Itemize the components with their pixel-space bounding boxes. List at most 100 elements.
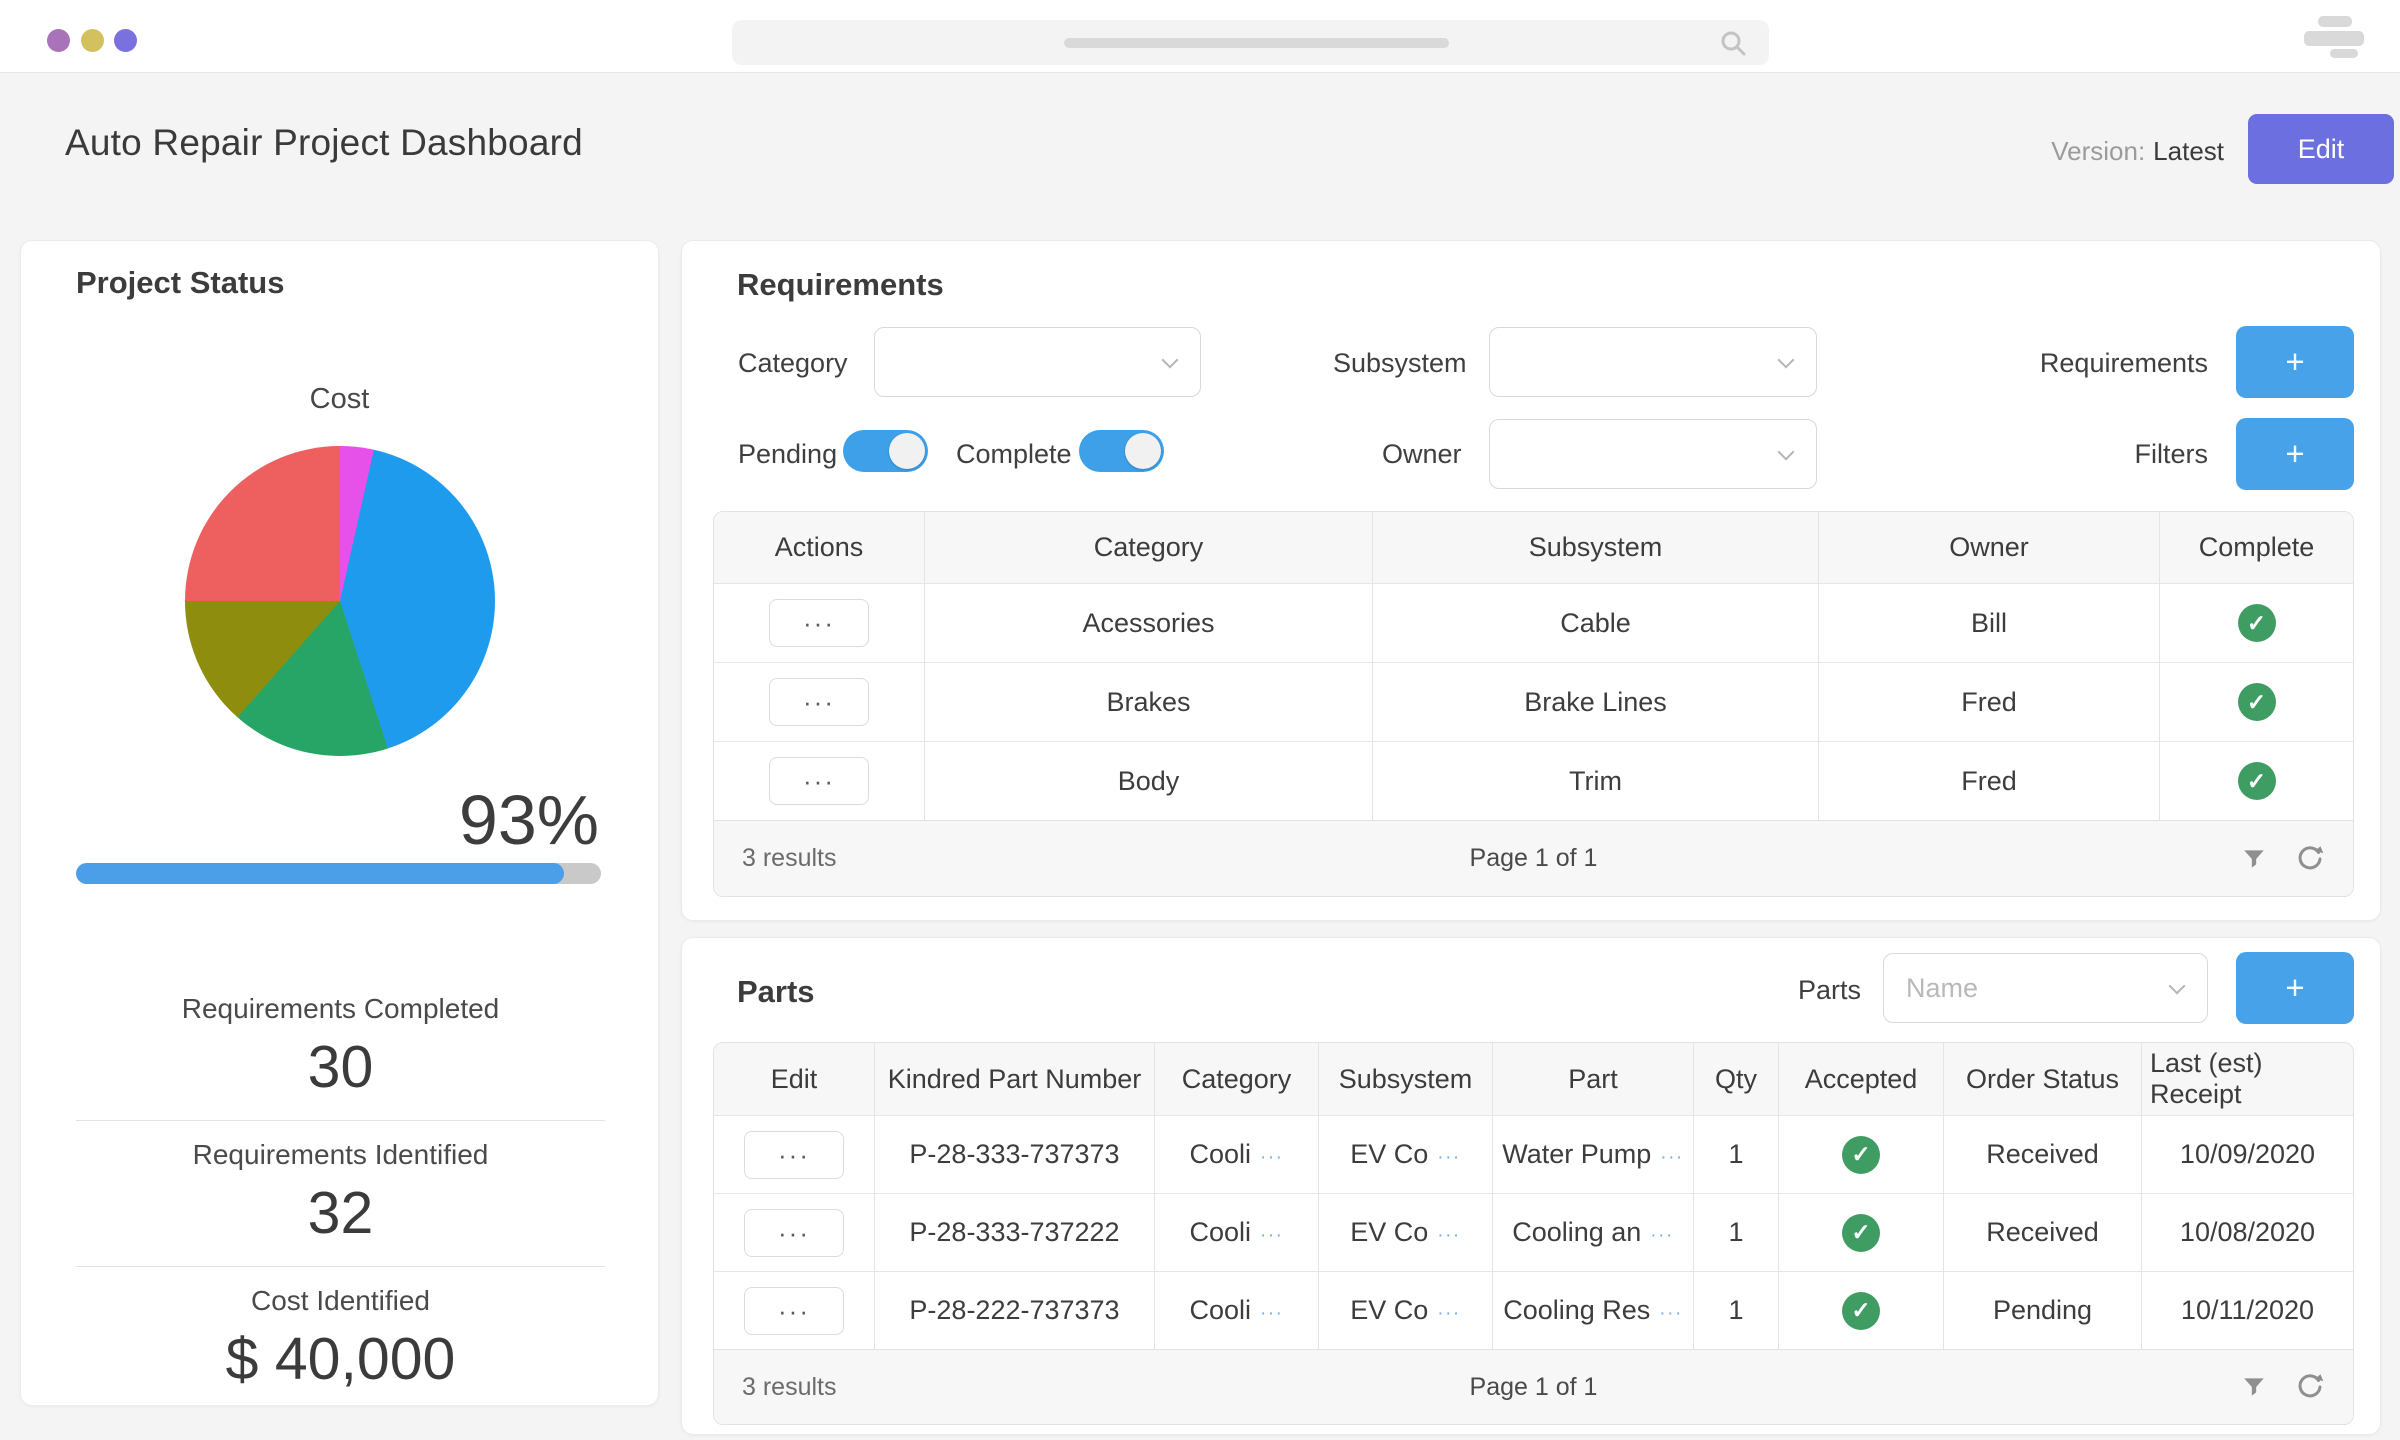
refresh-icon[interactable] <box>2295 844 2325 874</box>
window-titlebar <box>0 0 2400 73</box>
version-label: Version: <box>2051 136 2145 166</box>
requirements-card: Requirements Category Subsystem Requirem… <box>681 240 2381 921</box>
column-header: Qty <box>1694 1043 1779 1115</box>
add-requirements-label: Requirements <box>2040 348 2208 379</box>
divider <box>76 1120 605 1121</box>
toggle-knob <box>889 433 925 469</box>
truncated-ellipsis-icon[interactable]: ··· <box>1437 1303 1460 1325</box>
column-header: Part <box>1493 1043 1694 1115</box>
truncated-ellipsis-icon[interactable]: ··· <box>1260 1147 1283 1169</box>
part-cell: Cooling Res··· <box>1493 1272 1694 1349</box>
truncated-ellipsis-icon[interactable]: ··· <box>1260 1225 1283 1247</box>
subsystem-cell: EV Co··· <box>1319 1272 1493 1349</box>
stat-cost-identified: Cost Identified $ 40,000 <box>76 1285 605 1393</box>
table-header-row: Edit Kindred Part Number Category Subsys… <box>714 1043 2353 1115</box>
subsystem-cell: EV Co··· <box>1319 1194 1493 1271</box>
truncated-ellipsis-icon[interactable]: ··· <box>1659 1303 1682 1325</box>
owner-select[interactable] <box>1489 419 1817 489</box>
table-footer: 3 results Page 1 of 1 <box>714 1349 2353 1424</box>
filter-funnel-icon[interactable] <box>2241 1374 2267 1400</box>
chevron-down-icon <box>2169 978 2186 995</box>
page-title: Auto Repair Project Dashboard <box>65 122 583 164</box>
menu-icon[interactable] <box>2304 16 2382 58</box>
subsystem-filter-label: Subsystem <box>1333 348 1467 379</box>
row-edit-button[interactable]: ··· <box>744 1287 844 1335</box>
stat-value: $ 40,000 <box>76 1325 605 1393</box>
parts-name-select[interactable]: Name <box>1883 953 2208 1023</box>
completion-progress-fill <box>76 863 564 884</box>
subsystem-cell: Trim <box>1373 742 1819 820</box>
table-row: ··· Brakes Brake Lines Fred ✓ <box>714 662 2353 741</box>
category-cell: Brakes <box>925 663 1373 741</box>
truncated-ellipsis-icon[interactable]: ··· <box>1650 1225 1673 1247</box>
refresh-icon[interactable] <box>2295 1372 2325 1402</box>
last-receipt-cell: 10/09/2020 <box>2142 1116 2353 1193</box>
column-header: Subsystem <box>1373 512 1819 583</box>
window-dot[interactable] <box>81 29 104 52</box>
category-cell: Body <box>925 742 1373 820</box>
page-indicator: Page 1 of 1 <box>714 844 2353 873</box>
column-header: Owner <box>1819 512 2160 583</box>
project-status-title: Project Status <box>76 265 284 301</box>
filters-label: Filters <box>2135 439 2209 470</box>
row-actions-button[interactable]: ··· <box>769 599 869 647</box>
add-filter-button[interactable]: + <box>2236 418 2354 490</box>
window-dot[interactable] <box>114 29 137 52</box>
search-icon <box>1719 29 1747 57</box>
version-value: Latest <box>2153 136 2224 166</box>
add-requirement-button[interactable]: + <box>2236 326 2354 398</box>
window-dot[interactable] <box>47 29 70 52</box>
row-edit-button[interactable]: ··· <box>744 1209 844 1257</box>
table-header-row: Actions Category Subsystem Owner Complet… <box>714 512 2353 583</box>
complete-check-icon: ✓ <box>2238 683 2276 721</box>
chevron-down-icon <box>1162 352 1179 369</box>
complete-toggle[interactable] <box>1079 430 1164 472</box>
pending-toggle[interactable] <box>843 430 928 472</box>
row-edit-button[interactable]: ··· <box>744 1131 844 1179</box>
owner-cell: Bill <box>1819 584 2160 662</box>
add-part-button[interactable]: + <box>2236 952 2354 1024</box>
part-number-cell: P-28-222-737373 <box>875 1272 1155 1349</box>
category-select[interactable] <box>874 327 1201 397</box>
last-receipt-cell: 10/08/2020 <box>2142 1194 2353 1271</box>
subsystem-select[interactable] <box>1489 327 1817 397</box>
row-actions-button[interactable]: ··· <box>769 678 869 726</box>
accepted-check-icon: ✓ <box>1842 1292 1880 1330</box>
parts-card: Parts Parts Name + Edit Kindred Part Num… <box>681 937 2381 1435</box>
edit-button[interactable]: Edit <box>2248 114 2394 184</box>
stat-value: 30 <box>76 1033 605 1101</box>
column-header: Category <box>1155 1043 1319 1115</box>
column-header: Subsystem <box>1319 1043 1493 1115</box>
requirements-table: Actions Category Subsystem Owner Complet… <box>713 511 2354 897</box>
table-row: ··· P-28-222-737373 Cooli··· EV Co··· Co… <box>714 1271 2353 1349</box>
order-status-cell: Received <box>1944 1116 2142 1193</box>
qty-cell: 1 <box>1694 1116 1779 1193</box>
version-info: Version: Latest <box>2051 136 2224 167</box>
part-cell: Cooling an··· <box>1493 1194 1694 1271</box>
parts-select-label: Parts <box>1798 975 1861 1006</box>
column-header: Edit <box>714 1043 875 1115</box>
filter-funnel-icon[interactable] <box>2241 846 2267 872</box>
menu-bar <box>2318 16 2352 27</box>
menu-bar <box>2330 49 2358 58</box>
column-header: Actions <box>714 512 925 583</box>
project-status-card: Project Status Cost 93% Requirements Com… <box>20 240 659 1406</box>
qty-cell: 1 <box>1694 1194 1779 1271</box>
table-row: ··· Acessories Cable Bill ✓ <box>714 583 2353 662</box>
truncated-ellipsis-icon[interactable]: ··· <box>1437 1147 1460 1169</box>
complete-check-icon: ✓ <box>2238 604 2276 642</box>
stat-label: Cost Identified <box>76 1285 605 1317</box>
search-input[interactable] <box>732 20 1769 65</box>
truncated-ellipsis-icon[interactable]: ··· <box>1260 1303 1283 1325</box>
truncated-ellipsis-icon[interactable]: ··· <box>1437 1225 1460 1247</box>
row-actions-button[interactable]: ··· <box>769 757 869 805</box>
truncated-ellipsis-icon[interactable]: ··· <box>1660 1147 1683 1169</box>
owner-cell: Fred <box>1819 663 2160 741</box>
app-root: Auto Repair Project Dashboard Version: La… <box>0 0 2400 1440</box>
table-row: ··· P-28-333-737222 Cooli··· EV Co··· Co… <box>714 1193 2353 1271</box>
column-header: Category <box>925 512 1373 583</box>
qty-cell: 1 <box>1694 1272 1779 1349</box>
page-indicator: Page 1 of 1 <box>714 1373 2353 1402</box>
subsystem-cell: Cable <box>1373 584 1819 662</box>
pending-toggle-label: Pending <box>738 439 837 470</box>
